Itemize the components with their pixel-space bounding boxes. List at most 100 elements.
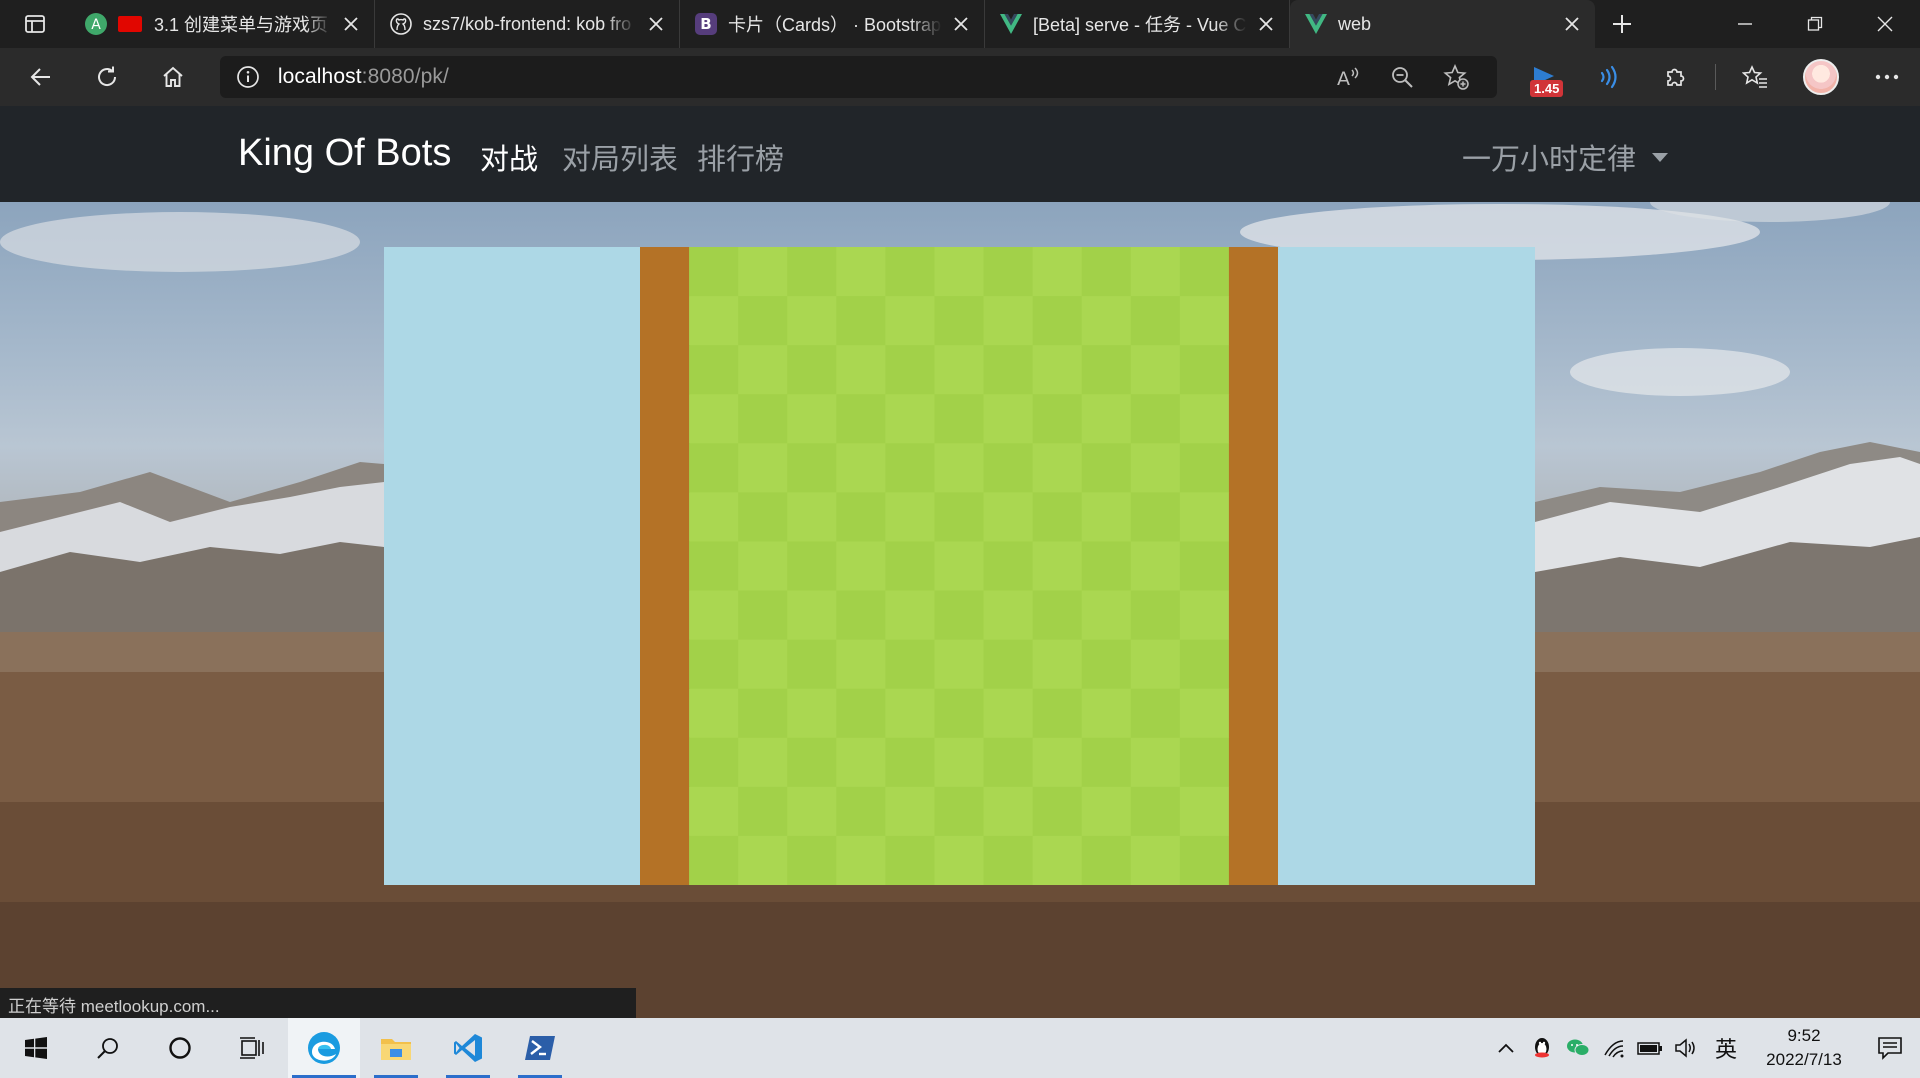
grass-cell (934, 247, 985, 297)
browser-toolbar: localhost:8080/pk/ A 1.45 (0, 48, 1920, 106)
user-dropdown[interactable]: 一万小时定律 (1462, 136, 1668, 178)
browser-tab-active[interactable]: web (1290, 0, 1595, 48)
grass-cell (689, 492, 739, 542)
task-view-button[interactable] (216, 1018, 288, 1078)
grass-cell (787, 394, 837, 444)
tab-actions-button[interactable] (0, 0, 70, 48)
minimize-button[interactable] (1710, 0, 1780, 48)
volume-tray-button[interactable] (1668, 1037, 1704, 1059)
grass-cell (983, 541, 1034, 592)
wall-cell (640, 737, 690, 788)
username: 一万小时定律 (1461, 144, 1636, 176)
favorites-button[interactable] (1722, 48, 1788, 106)
grass-cell (983, 443, 1034, 493)
nav-item-pk[interactable]: 对战 (480, 136, 538, 178)
extensions-button[interactable] (1643, 48, 1709, 106)
grass-cell (1032, 541, 1083, 592)
profile-button[interactable] (1788, 48, 1854, 106)
grass-cell (738, 492, 788, 542)
bilibili-red-icon (118, 16, 142, 32)
home-button[interactable] (140, 48, 206, 106)
start-button[interactable] (0, 1018, 72, 1078)
grass-cell (934, 590, 985, 641)
show-hidden-icons-button[interactable] (1488, 1042, 1524, 1054)
grass-cell (983, 639, 1034, 690)
wifi-icon (1604, 1040, 1624, 1058)
more-icon (1875, 74, 1899, 80)
read-aloud-button[interactable]: A (1321, 65, 1375, 89)
taskbar-file-explorer[interactable] (360, 1018, 432, 1078)
close-window-button[interactable] (1850, 0, 1920, 48)
restore-button[interactable] (1780, 0, 1850, 48)
close-tab-icon[interactable] (645, 13, 667, 35)
settings-menu-button[interactable] (1854, 48, 1920, 106)
brand-link[interactable]: King Of Bots (238, 132, 451, 175)
grass-cell (1032, 688, 1083, 739)
browser-tab[interactable]: szs7/kob-frontend: kob fro (375, 0, 680, 48)
close-tab-icon[interactable] (1561, 13, 1583, 35)
cortana-icon (169, 1037, 191, 1059)
grass-cell (983, 296, 1034, 346)
cortana-button[interactable] (144, 1018, 216, 1078)
close-tab-icon[interactable] (950, 13, 972, 35)
taskbar-edge[interactable] (288, 1018, 360, 1078)
grass-cell (885, 688, 935, 739)
grass-cell (1130, 296, 1181, 346)
grass-cell (836, 835, 886, 885)
grass-cell (836, 688, 886, 739)
search-button[interactable] (72, 1018, 144, 1078)
grass-cell (1032, 835, 1083, 885)
close-tab-icon[interactable] (340, 13, 362, 35)
nav-item-record-list[interactable]: 对局列表 (562, 136, 678, 178)
new-tab-button[interactable] (1595, 0, 1649, 48)
home-icon (163, 66, 183, 87)
wall-cell (1228, 688, 1278, 739)
grass-cell (1032, 737, 1083, 788)
toolbar-extensions: 1.45 (1511, 48, 1920, 106)
browser-tab[interactable]: B 卡片（Cards） · Bootstrap (680, 0, 985, 48)
network-tray-button[interactable] (1596, 1038, 1632, 1058)
grass-cell (836, 247, 886, 297)
grass-cell (1130, 590, 1181, 641)
grass-cell (787, 541, 837, 592)
add-favorite-button[interactable] (1429, 64, 1483, 90)
game-map[interactable] (640, 247, 1278, 885)
grass-cell (983, 345, 1034, 395)
extension-button[interactable] (1577, 48, 1643, 106)
grass-cell (787, 737, 837, 788)
refresh-button[interactable] (74, 48, 140, 106)
grass-cell (1179, 639, 1230, 690)
wechat-tray-button[interactable] (1560, 1037, 1596, 1059)
grass-cell (1032, 247, 1083, 297)
browser-tab[interactable]: A 3.1 创建菜单与游戏页 (70, 0, 375, 48)
wall-cell (1228, 737, 1278, 788)
zoom-button[interactable] (1375, 65, 1429, 89)
battery-tray-button[interactable] (1632, 1040, 1668, 1056)
clock[interactable]: 9:52 2022/7/13 (1748, 1024, 1860, 1072)
address-bar[interactable]: localhost:8080/pk/ A (219, 56, 1497, 98)
action-center-button[interactable] (1860, 1036, 1920, 1060)
grass-cell (1130, 835, 1181, 885)
edge-icon (308, 1032, 340, 1064)
grass-cell (689, 590, 739, 641)
browser-tab[interactable]: [Beta] serve - 任务 - Vue C (985, 0, 1290, 48)
grass-cell (689, 541, 739, 592)
nav-item-ranklist[interactable]: 排行榜 (697, 136, 784, 178)
input-method-indicator[interactable]: 英 (1704, 1032, 1748, 1064)
back-button[interactable] (8, 48, 74, 106)
chevron-down-icon (1652, 152, 1668, 162)
taskbar-vscode[interactable] (432, 1018, 504, 1078)
grass-cell (738, 786, 788, 837)
grass-cell (885, 443, 935, 493)
close-tab-icon[interactable] (1255, 13, 1277, 35)
extension-button[interactable]: 1.45 (1511, 48, 1577, 106)
qq-tray-button[interactable] (1524, 1036, 1560, 1060)
grass-cell (983, 737, 1034, 788)
grass-cell (885, 639, 935, 690)
grass-cell (885, 492, 935, 542)
site-info-icon[interactable] (236, 65, 260, 89)
grass-cell (787, 443, 837, 493)
taskbar-powershell[interactable] (504, 1018, 576, 1078)
wall-cell (640, 688, 690, 739)
grass-cell (934, 492, 985, 542)
